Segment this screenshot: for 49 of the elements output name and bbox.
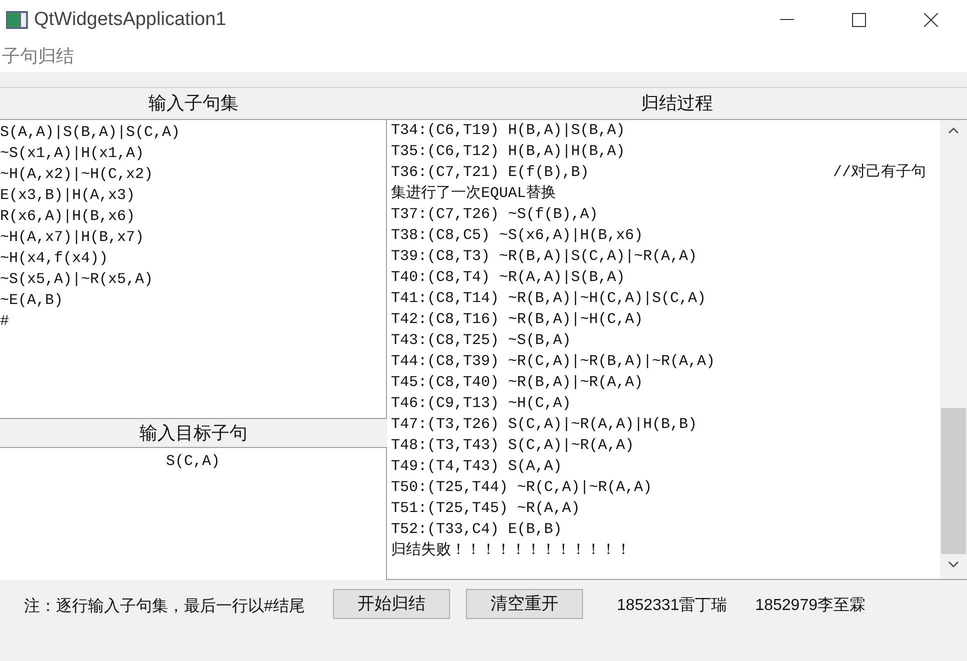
process-line: T47:(T3,T26) S(C,A)|~R(A,A)|H(B,B): [391, 415, 698, 435]
comment-text: //对己有子句: [832, 162, 926, 183]
scroll-thumb[interactable]: [941, 408, 966, 554]
process-line: T42:(C8,T16) ~R(B,A)|~H(C,A): [391, 310, 644, 330]
process-line: T39:(C8,T3) ~R(B,A)|S(C,A)|~R(A,A): [391, 247, 698, 267]
panel-header: 输入目标子句: [0, 418, 387, 448]
clause-line: ~S(x5,A)|~R(x5,A): [0, 270, 154, 290]
process-line: T52:(T33,C4) E(B,B): [391, 520, 562, 540]
process-line: 归结失败！！！！！！！！！！！！: [391, 540, 631, 561]
process-line: T38:(C8,C5) ~S(x6,A)|H(B,x6): [391, 226, 644, 246]
maximize-icon: [852, 13, 866, 27]
author-label: 1852331雷丁瑞: [616, 596, 728, 616]
process-line: T51:(T25,T45) ~R(A,A): [391, 499, 580, 519]
process-line: T40:(C8,T4) ~R(A,A)|S(B,A): [391, 268, 626, 288]
process-line: T34:(C6,T19) H(B,A)|S(B,A): [391, 121, 626, 141]
process-line: T36:(C7,T21) E(f(B),B): [391, 163, 590, 183]
process-line: T44:(C8,T39) ~R(C,A)|~R(B,A)|~R(A,A): [391, 352, 716, 372]
process-line: T43:(C8,T25) ~S(B,A): [391, 331, 572, 351]
clause-input-field[interactable]: S(A,A)|S(B,A)|S(C,A) ~S(x1,A)|H(x1,A) ~H(A,x2)|~H(C,x2) E(x3,B)|H(A,x3) R(x6,A)|H(B,x6) ~H(A,x7)|H(B,x7) ~H(x4,f(x4)) ~S(x5,A)|~R(x5,A) ~E(A,B) #: [0, 120, 387, 418]
clause-line: ~H(A,x2)|~H(C,x2): [0, 165, 154, 185]
minimize-icon: [780, 19, 794, 21]
scrollbar[interactable]: [940, 120, 967, 579]
process-line: T46:(C9,T13) ~H(C,A): [391, 394, 572, 414]
target-clause: S(C,A): [166, 452, 220, 472]
process-line: T41:(C8,T14) ~R(B,A)|~H(C,A)|S(C,A): [391, 289, 706, 309]
process-line: 集进行了一次EQUAL替换: [391, 184, 556, 204]
process-line: T50:(T25,T44) ~R(C,A)|~R(A,A): [391, 478, 652, 498]
app-icon: [6, 11, 28, 29]
process-line: T45:(C8,T40) ~R(B,A)|~R(A,A): [391, 373, 644, 393]
hint-text: 注：逐行输入子句集，最后一行以#结尾: [24, 596, 305, 617]
clause-line: ~H(x4,f(x4)): [0, 249, 108, 269]
clause-line: ~S(x1,A)|H(x1,A): [0, 144, 144, 164]
clause-line: E(x3,B)|H(A,x3): [0, 186, 136, 206]
window-title: QtWidgetsApplication1: [34, 8, 226, 32]
clause-line: ~E(A,B): [0, 291, 64, 311]
process-line: T35:(C6,T12) H(B,A)|H(B,A): [391, 142, 626, 162]
author-label: 1852979李至霖: [755, 596, 866, 616]
process-line: T49:(T4,T43) S(A,A): [391, 457, 562, 477]
clause-line: S(A,A)|S(B,A)|S(C,A): [0, 123, 180, 143]
process-line: T37:(C7,T26) ~S(f(B),A): [391, 205, 598, 225]
menu-item[interactable]: 子句归结: [0, 42, 76, 70]
action-button[interactable]: 清空重开: [466, 589, 583, 619]
close-icon: [924, 13, 938, 27]
clause-line: R(x6,A)|H(B,x6): [0, 207, 136, 227]
clause-line: ~H(A,x7)|H(B,x7): [0, 228, 144, 248]
clause-line: #: [0, 312, 10, 332]
action-button[interactable]: 开始归结: [332, 589, 450, 619]
process-line: T48:(T3,T43) S(C,A)|~R(A,A): [391, 436, 634, 456]
target-input-field[interactable]: S(C,A): [0, 448, 387, 580]
